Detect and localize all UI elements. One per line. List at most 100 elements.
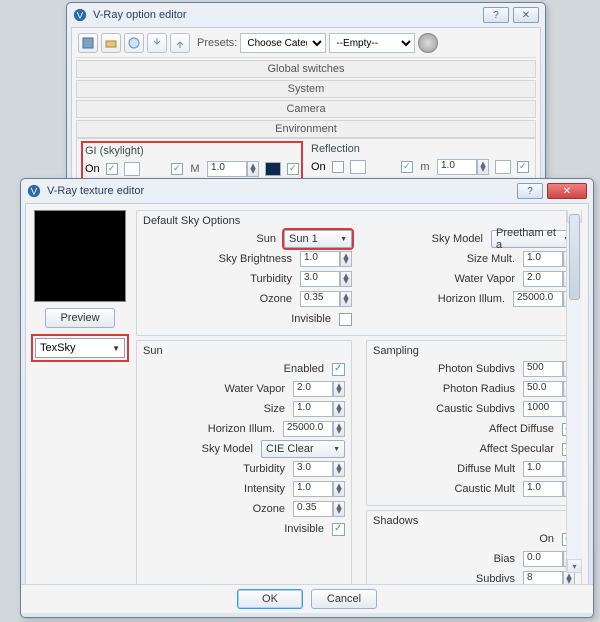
sun-water-input[interactable]: 2.0▴▾: [293, 381, 345, 397]
water-vapor-label: Water Vapor: [366, 273, 523, 285]
section-env[interactable]: Environment: [76, 120, 536, 138]
sun-horizon-label: Horizon Illum.: [143, 423, 283, 435]
invisible-label: Invisible: [143, 313, 339, 325]
enabled-check[interactable]: [332, 363, 345, 376]
sun-turb-label: Turbidity: [143, 463, 293, 475]
cancel-button[interactable]: Cancel: [311, 589, 377, 609]
refl-m-check[interactable]: [401, 161, 413, 173]
refl-on-label: On: [311, 161, 326, 173]
load-icon[interactable]: [147, 33, 167, 53]
diff-mult-label: Diffuse Mult: [373, 463, 523, 475]
sky-model-select[interactable]: Preetham et a▼: [491, 230, 575, 248]
sampling-title: Sampling: [373, 345, 575, 359]
close-button[interactable]: ✕: [513, 7, 539, 23]
sky-brightness-input[interactable]: 1.0▴▾: [300, 251, 352, 267]
sky-brightness-label: Sky Brightness: [143, 253, 300, 265]
section-global[interactable]: Global switches: [76, 60, 536, 78]
sampling-group: Sampling Photon Subdivs500▴▾ Photon Radi…: [366, 340, 582, 506]
vray-icon: V: [73, 8, 87, 22]
left-column: Preview TexSky ▼: [32, 210, 128, 608]
texture-editor-titlebar[interactable]: V V-Ray texture editor ? ✕: [21, 179, 593, 203]
cau-mult-label: Caustic Mult: [373, 483, 523, 495]
sun-ozone-label: Ozone: [143, 503, 293, 515]
option-editor-title: V-Ray option editor: [93, 9, 479, 21]
presets-label: Presets:: [197, 37, 237, 49]
gi-color[interactable]: [124, 162, 140, 176]
chevron-down-icon: ▼: [333, 446, 340, 453]
aff-diff-label: Affect Diffuse: [373, 423, 562, 435]
texture-editor-window: V V-Ray texture editor ? ✕ Preview TexSk…: [20, 178, 594, 618]
reflection-title: Reflection: [311, 143, 529, 155]
section-camera[interactable]: Camera: [76, 100, 536, 118]
horizon-label: Horizon Illum.: [366, 293, 513, 305]
sun-sky-model-select[interactable]: CIE Clear▼: [261, 440, 345, 458]
ca-sub-label: Caustic Subdivs: [373, 403, 523, 415]
reflection-row: On m 1.0▴▾: [311, 157, 529, 177]
refl-on-check[interactable]: [332, 161, 344, 173]
sun-horizon-input[interactable]: 25000.0▴▾: [283, 421, 345, 437]
refl-tex[interactable]: [495, 160, 511, 174]
presets-category[interactable]: Choose Categc: [240, 33, 326, 53]
refl-tex-check[interactable]: [517, 161, 529, 173]
gi-row: On M 1.0▴▾: [85, 159, 299, 179]
save-icon[interactable]: [78, 33, 98, 53]
scroll-thumb[interactable]: [569, 214, 580, 300]
sun-group: Sun Enabled Water Vapor2.0▴▾ Size1.0▴▾ H…: [136, 340, 352, 608]
help-button[interactable]: ?: [483, 7, 509, 23]
render-icon[interactable]: [418, 33, 438, 53]
save2-icon[interactable]: [170, 33, 190, 53]
sun-ozone-input[interactable]: 0.35▴▾: [293, 501, 345, 517]
turbidity-input[interactable]: 3.0▴▾: [300, 271, 352, 287]
sun-int-input[interactable]: 1.0▴▾: [293, 481, 345, 497]
texture-type-value: TexSky: [40, 342, 75, 354]
gi-tex-check[interactable]: [287, 163, 299, 175]
refl-color[interactable]: [350, 160, 366, 174]
texture-editor-body: Preview TexSky ▼ Default Sky Options Sun…: [25, 203, 589, 613]
sun-select[interactable]: Sun 1▼: [284, 230, 352, 248]
scroll-area: Default Sky Options Sun Sun 1▼ Sky Model…: [136, 210, 582, 608]
refl-m-label: m: [419, 161, 431, 173]
scrollbar[interactable]: ▴ ▾: [566, 210, 582, 572]
texture-editor-title: V-Ray texture editor: [47, 185, 513, 197]
sun-size-label: Size: [143, 403, 293, 415]
sun-turb-input[interactable]: 3.0▴▾: [293, 461, 345, 477]
sun-size-input[interactable]: 1.0▴▾: [293, 401, 345, 417]
sun-water-label: Water Vapor: [143, 383, 293, 395]
turbidity-label: Turbidity: [143, 273, 300, 285]
right-column: Default Sky Options Sun Sun 1▼ Sky Model…: [136, 210, 582, 608]
ph-rad-label: Photon Radius: [373, 383, 523, 395]
sun-sky-model-label: Sky Model: [143, 443, 261, 455]
scroll-down-icon[interactable]: ▾: [567, 559, 582, 573]
gi-m-check[interactable]: [171, 163, 183, 175]
open-icon[interactable]: [101, 33, 121, 53]
size-mult-label: Size Mult.: [366, 253, 523, 265]
sun-title: Sun: [143, 345, 345, 359]
vray-icon: V: [27, 184, 41, 198]
ozone-label: Ozone: [143, 293, 300, 305]
ozone-input[interactable]: 0.35▴▾: [300, 291, 352, 307]
invisible-check[interactable]: [339, 313, 352, 326]
globe-icon[interactable]: [124, 33, 144, 53]
presets-empty[interactable]: --Empty--: [329, 33, 415, 53]
option-editor-titlebar[interactable]: V V-Ray option editor ? ✕: [67, 3, 545, 27]
enabled-label: Enabled: [143, 363, 332, 375]
chevron-down-icon: ▼: [112, 344, 120, 353]
help-button[interactable]: ?: [517, 183, 543, 199]
gi-tex[interactable]: [265, 162, 281, 176]
ph-sub-label: Photon Subdivs: [373, 363, 523, 375]
default-sky-group: Default Sky Options Sun Sun 1▼ Sky Model…: [136, 210, 582, 336]
gi-on-check[interactable]: [106, 163, 118, 175]
shadows-title: Shadows: [373, 515, 575, 529]
close-button[interactable]: ✕: [547, 183, 587, 199]
chevron-down-icon: ▼: [340, 236, 347, 243]
bias-label: Bias: [373, 553, 523, 565]
gi-mult[interactable]: 1.0▴▾: [207, 161, 259, 177]
sun-invisible-check[interactable]: [332, 523, 345, 536]
preview-button[interactable]: Preview: [45, 308, 115, 328]
refl-mult[interactable]: 1.0▴▾: [437, 159, 489, 175]
sun-label: Sun: [143, 233, 284, 245]
ok-button[interactable]: OK: [237, 589, 303, 609]
section-system[interactable]: System: [76, 80, 536, 98]
texture-type-select[interactable]: TexSky ▼: [35, 338, 125, 358]
gi-m-label: M: [189, 163, 201, 175]
